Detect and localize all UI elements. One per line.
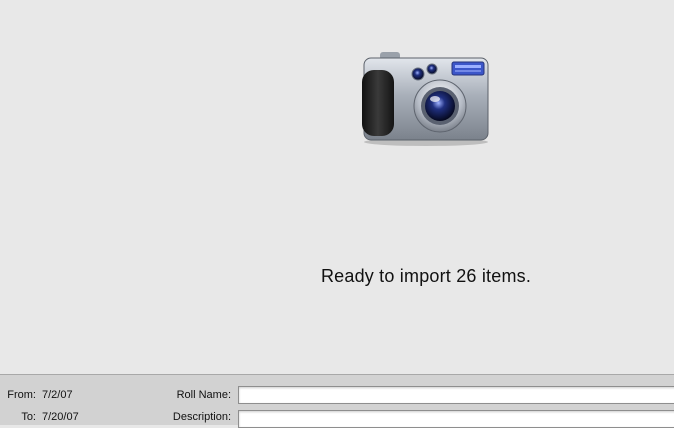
description-label: Description:	[172, 411, 231, 423]
to-date: 7/20/07	[42, 411, 79, 423]
description-input[interactable]	[238, 410, 674, 428]
digital-camera-icon	[362, 52, 489, 146]
roll-name-label: Roll Name:	[176, 389, 231, 401]
from-label: From:	[7, 389, 36, 401]
to-label: To:	[21, 411, 36, 423]
from-date: 7/2/07	[42, 389, 73, 401]
import-info-bar: From: 7/2/07 To: 7/20/07 Roll Name: Desc…	[0, 374, 674, 428]
import-status-message: Ready to import 26 items.	[320, 266, 532, 286]
import-preview-area: Ready to import 26 items.	[0, 0, 674, 374]
roll-name-input[interactable]	[238, 386, 674, 404]
